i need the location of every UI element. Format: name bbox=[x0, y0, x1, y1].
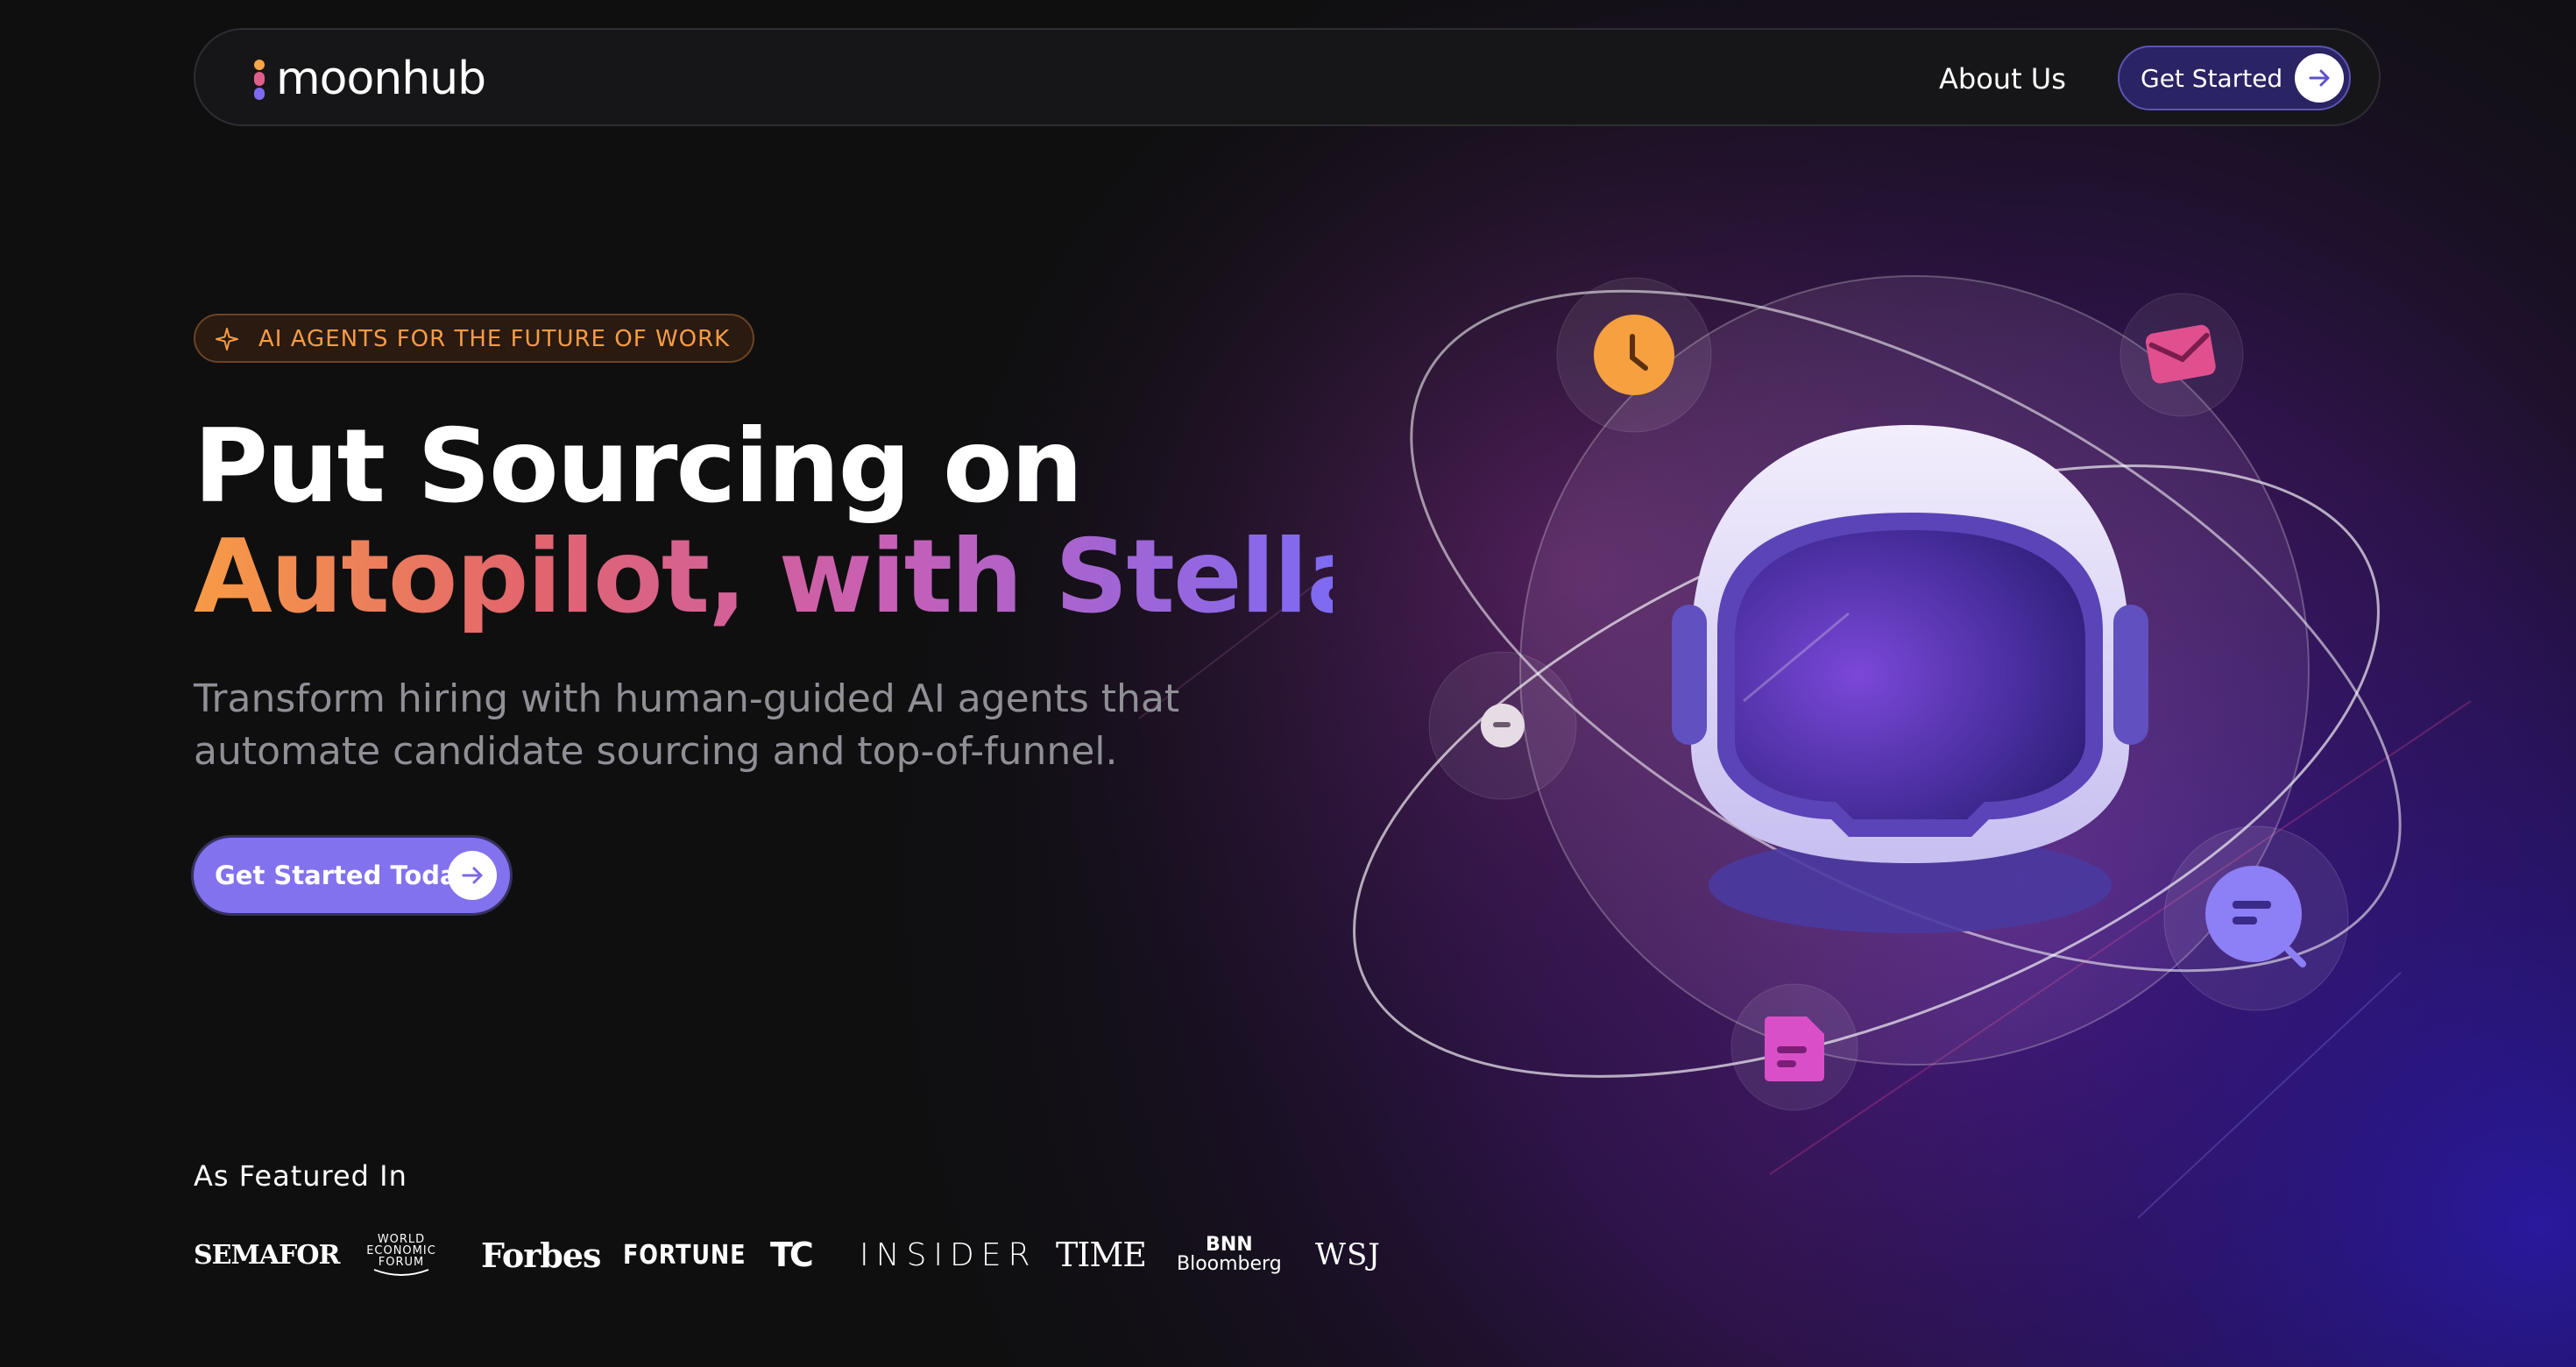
nav-get-started-label: Get Started bbox=[2141, 64, 2283, 93]
arrow-right-icon bbox=[2295, 53, 2344, 103]
mail-icon bbox=[2120, 293, 2244, 417]
forbes-logo[interactable]: Forbes bbox=[481, 1220, 601, 1290]
hero-subtitle-line2: automate candidate sourcing and top-of-f… bbox=[194, 729, 1118, 774]
astronaut-illustration bbox=[1353, 275, 2402, 1111]
wef-arc-icon bbox=[373, 1268, 429, 1276]
world-economic-forum-logo[interactable]: WORLD ECONOMIC FORUM bbox=[362, 1220, 441, 1290]
hero-subtitle-line1: Transform hiring with human-guided AI ag… bbox=[194, 676, 1180, 721]
hero-title-line1: Put Sourcing on bbox=[194, 407, 1083, 526]
wef-line3: FORUM bbox=[378, 1255, 425, 1269]
bnn-line2: Bloomberg bbox=[1177, 1253, 1282, 1275]
sparkle-icon bbox=[216, 328, 238, 351]
hero-title-line2: Autopilot, with Stella bbox=[194, 518, 1375, 636]
nav-about-us-link[interactable]: About Us bbox=[1939, 61, 2066, 96]
time-logo[interactable]: TIME bbox=[1056, 1220, 1147, 1290]
insider-logo[interactable]: INSIDER bbox=[860, 1220, 1037, 1290]
clock-icon bbox=[1556, 277, 1712, 433]
techcrunch-logo[interactable]: TC bbox=[770, 1220, 814, 1290]
wef-line1: WORLD bbox=[377, 1232, 426, 1246]
fortune-logo[interactable]: FORTUNE bbox=[623, 1220, 746, 1290]
nav-get-started-button[interactable]: Get Started bbox=[2118, 46, 2351, 110]
hero-title: Put Sourcing on Autopilot, with Stella bbox=[194, 407, 1375, 636]
hero-subtitle: Transform hiring with human-guided AI ag… bbox=[194, 673, 1245, 778]
get-started-today-label: Get Started Today bbox=[215, 861, 473, 890]
semafor-logo[interactable]: SEMAFOR bbox=[194, 1220, 340, 1290]
document-icon bbox=[1730, 983, 1858, 1111]
arrow-right-icon bbox=[448, 851, 497, 900]
top-navbar: moonhub About Us Get Started bbox=[194, 28, 2381, 126]
hero-badge: AI AGENTS FOR THE FUTURE OF WORK bbox=[194, 314, 754, 363]
search-list-icon bbox=[2163, 825, 2349, 1011]
wef-line2: ECONOMIC bbox=[366, 1243, 436, 1257]
bnn-line1: BNN bbox=[1206, 1234, 1253, 1256]
brand-name: moonhub bbox=[276, 53, 486, 105]
bnn-bloomberg-logo[interactable]: BNN Bloomberg bbox=[1177, 1220, 1282, 1290]
featured-title: As Featured In bbox=[194, 1159, 407, 1193]
brand-logo[interactable]: moonhub bbox=[250, 53, 486, 105]
chat-icon bbox=[1428, 651, 1577, 800]
get-started-today-button[interactable]: Get Started Today bbox=[194, 838, 510, 913]
hero-badge-text: AI AGENTS FOR THE FUTURE OF WORK bbox=[258, 326, 731, 352]
moonhub-mark-icon bbox=[254, 60, 265, 100]
wsj-logo[interactable]: WSJ bbox=[1315, 1220, 1381, 1290]
